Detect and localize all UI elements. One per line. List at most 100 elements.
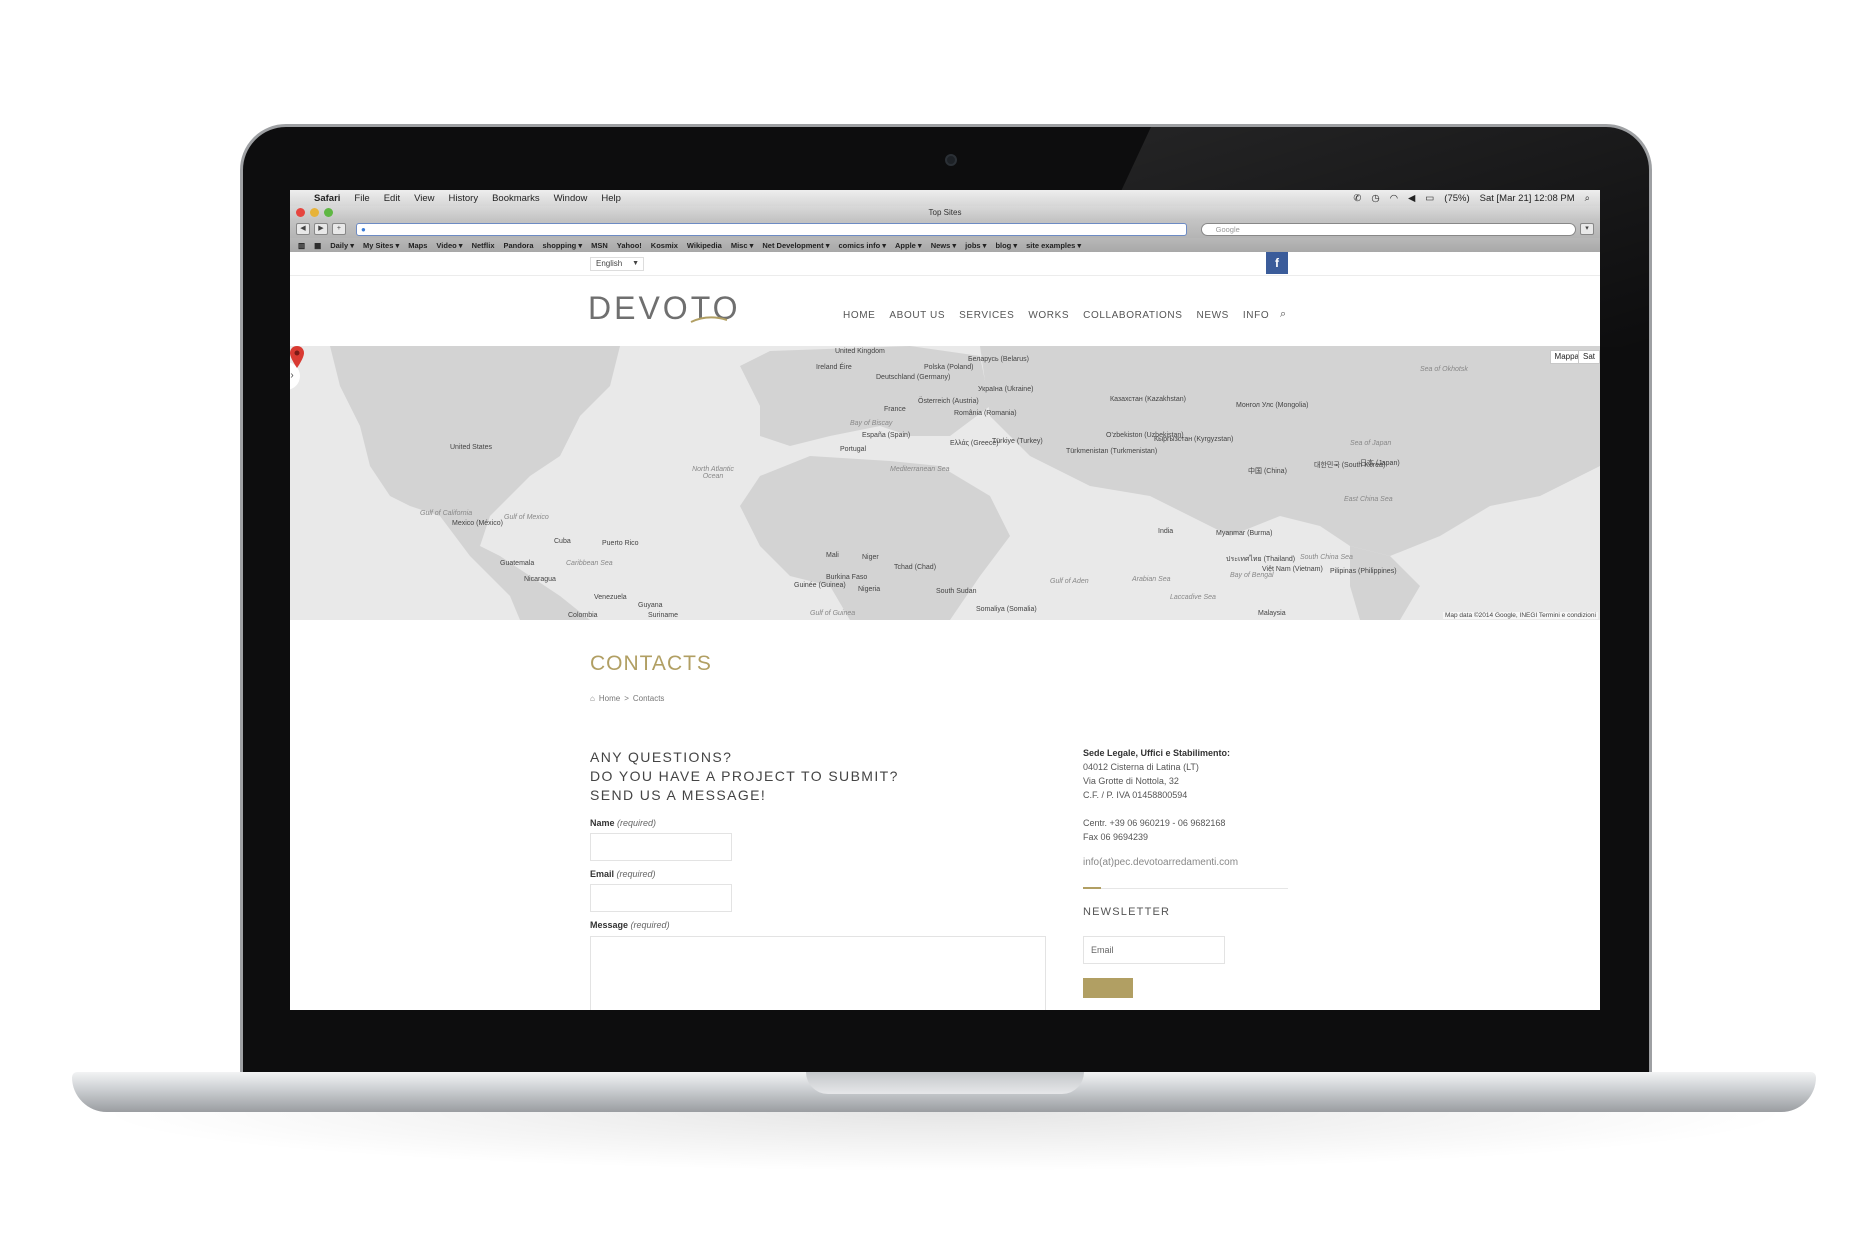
map-label: South Sudan bbox=[936, 588, 977, 595]
map-sea-label: Gulf of California bbox=[420, 510, 473, 517]
menu-history[interactable]: History bbox=[449, 193, 479, 204]
map-label: India bbox=[1158, 528, 1174, 535]
menu-bookmarks[interactable]: Bookmarks bbox=[492, 193, 540, 204]
page-menu-button[interactable]: ▾ bbox=[1580, 223, 1595, 235]
map-label: Україна (Ukraine) bbox=[978, 386, 1034, 393]
map-label: Türkmenistan (Turkmenistan) bbox=[1066, 448, 1158, 455]
nav-services[interactable]: SERVICES bbox=[959, 310, 1014, 321]
menu-window[interactable]: Window bbox=[554, 193, 588, 204]
search-icon[interactable]: ⌕ bbox=[1280, 308, 1286, 321]
address-bar[interactable]: ● bbox=[355, 222, 1187, 236]
site-header: DEVOTO HOME ABOUT US SERVICES WORKS COLL… bbox=[290, 276, 1600, 346]
bookmark-item[interactable]: Pandora bbox=[503, 241, 533, 250]
map-land-shapes bbox=[290, 346, 1600, 620]
bookmark-item[interactable]: jobs ▾ bbox=[965, 241, 986, 250]
add-bookmark-button[interactable]: + bbox=[331, 223, 346, 235]
email-input[interactable] bbox=[590, 884, 732, 912]
minimize-window-button[interactable] bbox=[310, 208, 319, 217]
map-label: Монгол Улс (Mongolia) bbox=[1236, 402, 1309, 409]
bookmark-item[interactable]: Netflix bbox=[472, 241, 495, 250]
back-button[interactable]: ◀ bbox=[296, 223, 310, 235]
bookmark-item[interactable]: blog ▾ bbox=[995, 241, 1017, 250]
bookmark-item[interactable]: My Sites ▾ bbox=[363, 241, 399, 250]
message-textarea[interactable] bbox=[590, 936, 1046, 1010]
map-label: Mali bbox=[826, 552, 839, 559]
window-controls bbox=[296, 208, 333, 217]
close-window-button[interactable] bbox=[296, 208, 305, 217]
map-label: Puerto Rico bbox=[602, 540, 639, 547]
nav-news[interactable]: NEWS bbox=[1197, 310, 1229, 321]
wifi-icon[interactable]: ◠ bbox=[1390, 193, 1398, 204]
top-sites-icon[interactable]: ▦ bbox=[314, 241, 321, 250]
map-type-sat-button[interactable]: Sat bbox=[1577, 350, 1600, 364]
bookmark-item[interactable]: Yahoo! bbox=[617, 241, 642, 250]
bookmark-item[interactable]: comics info ▾ bbox=[838, 241, 886, 250]
facebook-icon[interactable]: f bbox=[1266, 252, 1288, 274]
spotlight-icon[interactable]: ⌕ bbox=[1585, 193, 1590, 204]
nav-works[interactable]: WORKS bbox=[1028, 310, 1069, 321]
nav-home[interactable]: HOME bbox=[843, 310, 875, 321]
map-label: 中国 (China) bbox=[1248, 468, 1287, 475]
form-heading-line: ANY QUESTIONS? bbox=[590, 749, 733, 765]
mac-menubar: Safari File Edit View History Bookmarks … bbox=[290, 190, 1600, 206]
menu-help[interactable]: Help bbox=[601, 193, 621, 204]
message-label-text: Message bbox=[590, 920, 629, 930]
laptop-notch bbox=[806, 1072, 1084, 1094]
bookmark-item[interactable]: Kosmix bbox=[651, 241, 678, 250]
name-input[interactable] bbox=[590, 833, 732, 861]
map-label: Venezuela bbox=[594, 594, 627, 601]
bookmark-item[interactable]: Wikipedia bbox=[687, 241, 722, 250]
bookmark-item[interactable]: site examples ▾ bbox=[1026, 241, 1081, 250]
volume-icon[interactable]: ◀ bbox=[1408, 193, 1415, 204]
bookmark-item[interactable]: Daily ▾ bbox=[330, 241, 354, 250]
menu-view[interactable]: View bbox=[414, 193, 434, 204]
map-label: Deutschland (Germany) bbox=[876, 374, 951, 381]
clock[interactable]: Sat [Mar 21] 12:08 PM bbox=[1480, 193, 1575, 204]
map-sea-label: Sea of Okhotsk bbox=[1420, 366, 1468, 373]
bookmark-item[interactable]: News ▾ bbox=[931, 241, 956, 250]
nav-about-us[interactable]: ABOUT US bbox=[889, 310, 945, 321]
address-line: 04012 Cisterna di Latina (LT) bbox=[1083, 762, 1199, 772]
bookmark-item[interactable]: Video ▾ bbox=[436, 241, 462, 250]
contact-email-link[interactable]: info(at)pec.devotoarredamenti.com bbox=[1083, 857, 1238, 868]
reading-list-icon[interactable]: ▥ bbox=[298, 241, 305, 250]
map-label: Guyana bbox=[638, 602, 663, 609]
search-input[interactable]: Google bbox=[1200, 222, 1577, 236]
site-topbar: English ▼ f bbox=[290, 252, 1600, 276]
web-page: English ▼ f DEVOTO HOME ABOUT US SERVICE… bbox=[290, 252, 1600, 1010]
map-label: Suriname bbox=[648, 612, 678, 619]
bookmark-item[interactable]: Net Development ▾ bbox=[762, 241, 829, 250]
battery-icon[interactable]: ▭ bbox=[1425, 193, 1434, 204]
menu-safari[interactable]: Safari bbox=[314, 193, 340, 204]
zoom-window-button[interactable] bbox=[324, 208, 333, 217]
newsletter-email-input[interactable]: Email bbox=[1083, 936, 1225, 964]
map-sea-label: Laccadive Sea bbox=[1170, 594, 1216, 601]
menu-edit[interactable]: Edit bbox=[384, 193, 400, 204]
globe-icon: ● bbox=[360, 224, 366, 234]
bookmark-item[interactable]: shopping ▾ bbox=[543, 241, 583, 250]
time-machine-icon[interactable]: ◷ bbox=[1371, 193, 1379, 204]
newsletter-submit-button[interactable] bbox=[1083, 978, 1133, 998]
home-icon[interactable]: ⌂ bbox=[590, 694, 595, 703]
map-label: Tchad (Chad) bbox=[894, 564, 937, 571]
bookmark-item[interactable]: MSN bbox=[591, 241, 608, 250]
forward-button[interactable]: ▶ bbox=[313, 223, 328, 235]
bookmark-item[interactable]: Maps bbox=[408, 241, 427, 250]
map-sea-label: Bay of Bengal bbox=[1230, 572, 1274, 579]
bookmark-item[interactable]: Apple ▾ bbox=[895, 241, 922, 250]
nav-info[interactable]: INFO bbox=[1243, 310, 1269, 321]
map-attribution[interactable]: Map data ©2014 Google, INEGI Termini e c… bbox=[1442, 612, 1598, 619]
address-line: C.F. / P. IVA 01458800594 bbox=[1083, 790, 1188, 800]
required-marker: (required) bbox=[630, 920, 670, 930]
breadcrumb-home[interactable]: Home bbox=[599, 694, 620, 703]
nav-collaborations[interactable]: COLLABORATIONS bbox=[1083, 310, 1182, 321]
newsletter-title: NEWSLETTER bbox=[1083, 906, 1171, 918]
location-map[interactable]: › Mappa Sat United Kingdom Ireland Éire … bbox=[290, 346, 1600, 620]
map-label: ประเทศไทย (Thailand) bbox=[1226, 556, 1296, 563]
map-pin-icon[interactable] bbox=[290, 346, 304, 368]
language-select[interactable]: English ▼ bbox=[590, 257, 644, 271]
bookmark-item[interactable]: Misc ▾ bbox=[731, 241, 754, 250]
map-sea-label: North Atlantic Ocean bbox=[692, 466, 734, 480]
menu-file[interactable]: File bbox=[354, 193, 369, 204]
phone-icon[interactable]: ✆ bbox=[1353, 193, 1361, 204]
